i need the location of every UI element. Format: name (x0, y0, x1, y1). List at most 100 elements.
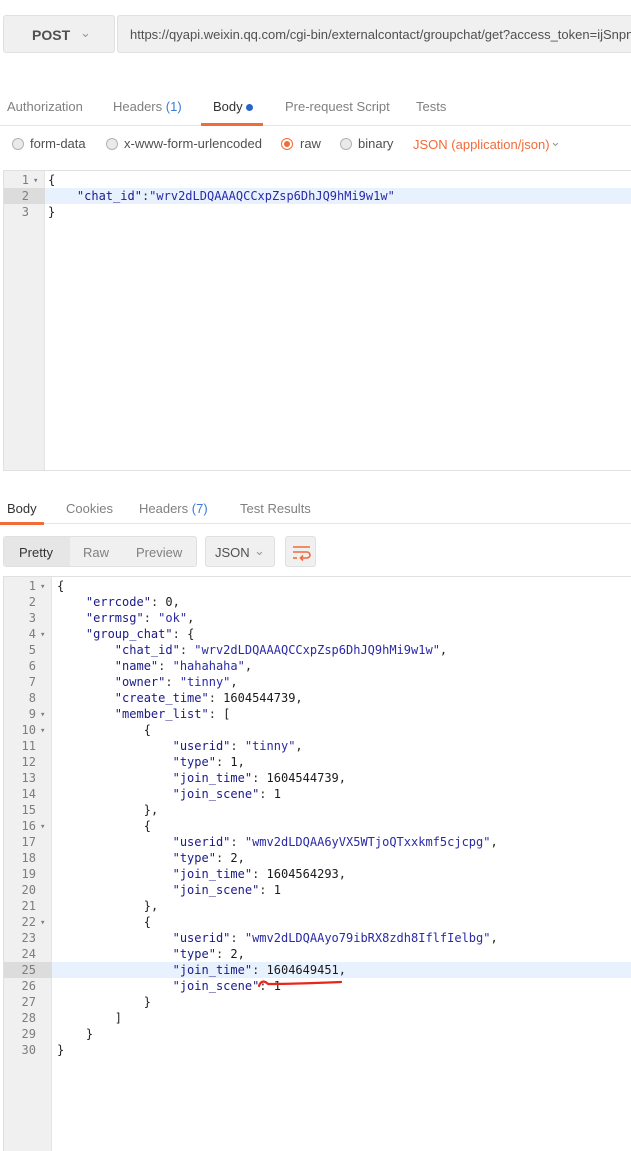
tab-test-results[interactable]: Test Results (240, 501, 311, 516)
code-line: 18 "type": 2, (4, 850, 631, 866)
code-text: } (143, 995, 151, 1009)
line-number: 27 (21, 995, 36, 1009)
preview-button[interactable]: Preview (136, 545, 182, 560)
code-line: 17 "userid": "wmv2dLDQAA6yVX5WTjoQTxxkmf… (4, 834, 631, 850)
fold-toggle-icon[interactable]: ▾ (40, 707, 45, 723)
fold-toggle-icon[interactable]: ▾ (40, 579, 45, 595)
code-text: "userid": "wmv2dLDQAAyo79ibRX8zdh8IflfIe… (172, 931, 498, 945)
code-text: "type": 2, (172, 851, 245, 865)
code-line: 1 ▾ { (4, 172, 631, 188)
line-number: 30 (21, 1043, 36, 1057)
wrap-lines-button[interactable] (285, 536, 316, 567)
code-text: "group_chat": { (85, 627, 195, 641)
radio-raw[interactable] (281, 138, 293, 150)
chevron-down-icon: ⌄ (254, 543, 265, 558)
code-text: "create_time": 1604544739, (114, 691, 303, 705)
response-body-viewer[interactable]: 1 ▾{2 "errcode": 0, 3 "errmsg": "ok", 4 ▾ "g… (3, 576, 631, 1151)
code-line: 13 "join_time": 1604544739, (4, 770, 631, 786)
code-text: { (48, 173, 56, 187)
radio-label-binary: binary (358, 136, 394, 151)
line-number: 23 (21, 931, 36, 945)
code-line: 14 "join_scene": 1 (4, 786, 631, 802)
line-number: 28 (21, 1011, 36, 1025)
request-body-editor[interactable]: 1 ▾ {2 "chat_id":"wrv2dLDQAAAQCCxpZsp6DhJQ… (3, 170, 631, 471)
code-text: "member_list": [ (114, 707, 231, 721)
line-number: 2 (4, 188, 45, 204)
method-select[interactable]: POST ⌄ (3, 15, 115, 53)
tab-response-body[interactable]: Body (7, 501, 37, 516)
tab-label: Body (7, 501, 37, 516)
fold-toggle-icon[interactable]: ▾ (33, 173, 38, 189)
line-number: 6 (28, 659, 36, 673)
code-line: 25 "join_time": 1604649451, (4, 962, 631, 978)
line-number: 7 (28, 675, 36, 689)
code-text: { (57, 579, 65, 593)
view-mode-group: Pretty Raw Preview (3, 536, 197, 567)
tab-response-headers[interactable]: Headers (7) (139, 501, 208, 516)
line-number: 19 (21, 867, 36, 881)
raw-button[interactable]: Raw (83, 545, 109, 560)
line-number: 22 (21, 915, 36, 929)
line-number: 24 (21, 947, 36, 961)
line-number: 26 (21, 979, 36, 993)
radio-urlencoded[interactable] (106, 138, 118, 150)
format-select[interactable]: JSON ⌄ (205, 536, 275, 567)
pretty-button[interactable]: Pretty (19, 545, 53, 560)
line-number: 5 (28, 643, 36, 657)
line-number: 4 (28, 627, 36, 641)
code-text: "join_scene": 1 (172, 787, 281, 801)
code-text: "userid": "wmv2dLDQAA6yVX5WTjoQTxxkmf5cj… (172, 835, 498, 849)
chevron-down-icon[interactable]: ⌄ (550, 134, 561, 150)
code-text: "join_scene": 1 (172, 979, 281, 993)
code-line: 2 "chat_id":"wrv2dLDQAAAQCCxpZsp6DhJQ9hM… (4, 188, 631, 204)
tab-label: Test Results (240, 501, 311, 516)
code-text: "type": 1, (172, 755, 245, 769)
tab-label: Body (213, 99, 243, 114)
radio-label-form-data: form-data (30, 136, 86, 151)
headers-count-badge: (1) (165, 99, 182, 114)
tab-cookies[interactable]: Cookies (66, 501, 113, 516)
code-line: 29 } (4, 1026, 631, 1042)
tab-pre-request-script[interactable]: Pre-request Script (285, 99, 390, 114)
code-text: } (57, 1043, 65, 1057)
line-number: 1 (21, 173, 29, 187)
code-text: ] (114, 1011, 123, 1025)
code-line: 10 ▾ { (4, 722, 631, 738)
method-label: POST (32, 27, 71, 43)
radio-binary[interactable] (340, 138, 352, 150)
tab-label: Authorization (7, 99, 83, 114)
line-number: 8 (28, 691, 36, 705)
tab-authorization[interactable]: Authorization (7, 99, 83, 114)
line-number: 17 (21, 835, 36, 849)
code-line: 1 ▾ { (4, 578, 631, 594)
line-number: 3 (28, 611, 36, 625)
tab-headers[interactable]: Headers (1) (113, 99, 182, 114)
tab-tests[interactable]: Tests (416, 99, 446, 114)
url-input[interactable]: https://qyapi.weixin.qq.com/cgi-bin/exte… (117, 15, 631, 53)
code-text: { (143, 819, 151, 833)
fold-toggle-icon[interactable]: ▾ (40, 627, 45, 643)
radio-label-raw: raw (300, 136, 321, 151)
tab-label: Cookies (66, 501, 113, 516)
line-number: 15 (21, 803, 36, 817)
fold-toggle-icon[interactable]: ▾ (40, 819, 45, 835)
fold-toggle-icon[interactable]: ▾ (40, 723, 45, 739)
content-type-select[interactable]: JSON (application/json) (413, 137, 550, 152)
chevron-down-icon: ⌄ (80, 25, 91, 40)
code-line: 3 "errmsg": "ok", (4, 610, 631, 626)
fold-toggle-icon[interactable]: ▾ (40, 915, 45, 931)
line-number: 12 (21, 755, 36, 769)
line-number: 16 (21, 819, 36, 833)
code-line: 4 ▾ "group_chat": { (4, 626, 631, 642)
tab-body[interactable]: Body (213, 99, 253, 114)
code-text: { (143, 723, 151, 737)
response-tabs: Body Cookies Headers (7) Test Results (0, 484, 631, 525)
radio-form-data[interactable] (12, 138, 24, 150)
code-line: 6 "name": "hahahaha", (4, 658, 631, 674)
tab-label: Headers (139, 501, 189, 516)
code-line: 28 ] (4, 1010, 631, 1026)
tab-label: Tests (416, 99, 447, 114)
code-line: 11 "userid": "tinny", (4, 738, 631, 754)
line-number: 13 (21, 771, 36, 785)
code-line: 21 }, (4, 898, 631, 914)
